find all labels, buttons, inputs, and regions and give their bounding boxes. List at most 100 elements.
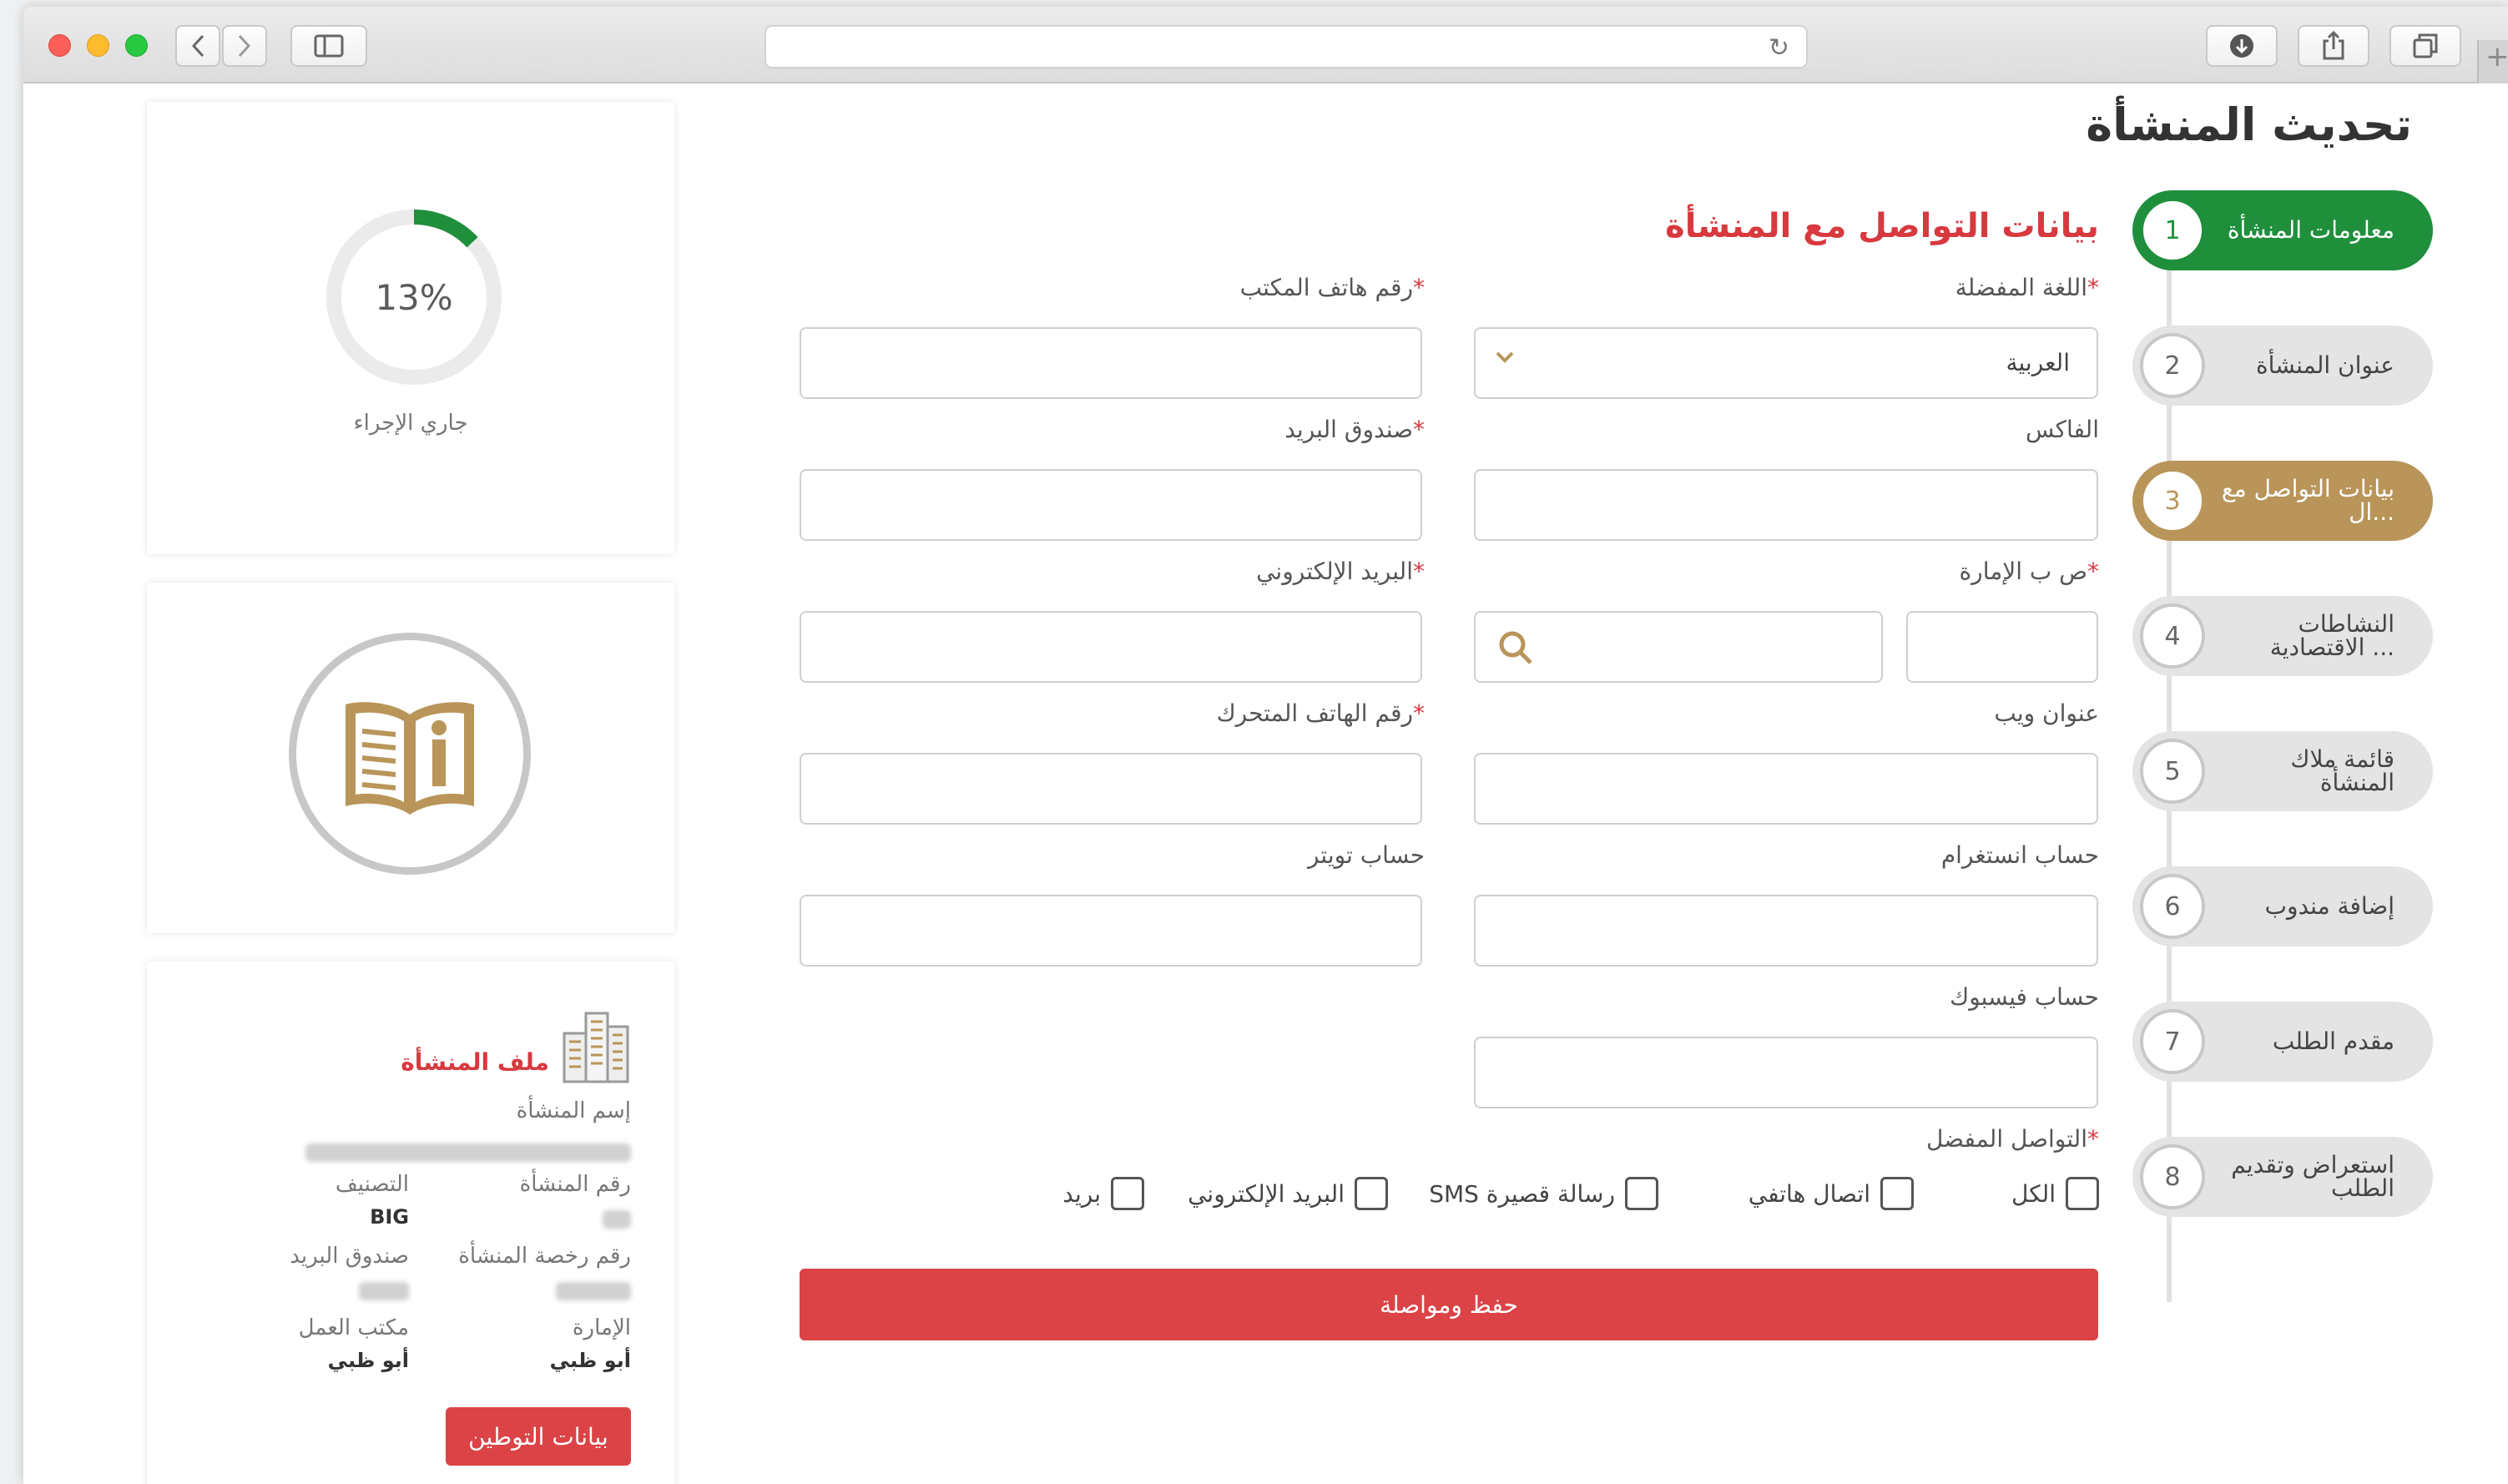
establishment-name-label: إسم المنشأة <box>516 1098 631 1123</box>
step-label: عنوان المنشأة <box>2256 351 2394 379</box>
share-button[interactable] <box>2298 25 2369 67</box>
search-icon[interactable] <box>1496 628 1536 668</box>
save-continue-button[interactable]: حفظ ومواصلة <box>800 1269 2098 1340</box>
sidebar-toggle-button[interactable] <box>290 25 367 67</box>
sidebar-icon <box>314 34 344 58</box>
chevron-down-icon <box>1496 351 1514 363</box>
step-label: معلومات المنشأة <box>2227 216 2394 244</box>
preferred-contact-label: التواصل المفضل* <box>1925 1125 2099 1153</box>
mobile-input[interactable] <box>800 753 1422 825</box>
contact-option-sms[interactable]: رسالة قصيرة SMS <box>1429 1177 1658 1210</box>
step-label: بيانات التواصل مع ال... <box>2221 475 2394 526</box>
localization-data-button[interactable]: بيانات التوطين <box>446 1407 631 1466</box>
step-number: 7 <box>2140 1009 2205 1074</box>
preferred-language-value: العربية <box>2006 349 2070 376</box>
preferred-language-select[interactable]: العربية <box>1474 327 2098 399</box>
step-label: إضافة مندوب <box>2264 892 2394 920</box>
contact-option-email[interactable]: البريد الإلكتروني <box>1188 1177 1388 1210</box>
establishment-name-redacted <box>305 1143 631 1162</box>
fax-input[interactable] <box>1474 469 2098 541</box>
checkbox[interactable] <box>1880 1177 1914 1210</box>
step-number: 3 <box>2140 468 2205 533</box>
progress-card: 13% جاري الإجراء <box>147 102 674 554</box>
establishment-profile-card: ملف المنشأة إسم المنشأة رقم المنشأة التص… <box>147 962 674 1484</box>
step-2[interactable]: 2 عنوان المنشأة <box>2132 326 2433 406</box>
facebook-label: حساب فيسبوك <box>1950 983 2099 1011</box>
checkbox[interactable] <box>1111 1177 1144 1210</box>
book-circle <box>289 633 531 875</box>
contact-option-phone[interactable]: اتصال هاتفي <box>1749 1177 1914 1210</box>
step-5[interactable]: 5 قائمة ملاك المنشأة <box>2132 731 2433 811</box>
email-label: البريد الإلكتروني* <box>1256 558 1425 585</box>
instagram-input[interactable] <box>1474 895 2098 967</box>
minimize-window-button[interactable] <box>87 34 109 57</box>
po-box-field-label: صندوق البريد* <box>1284 416 1425 443</box>
po-box-input[interactable] <box>800 469 1422 541</box>
forward-icon <box>238 34 251 58</box>
browser-window: ↻ + 13% جاري الإجراء ملف المنشأة إسم الم… <box>23 7 2508 1484</box>
emirate-po-label: ص ب الإمارة* <box>1959 558 2099 585</box>
emirate-value: أبو ظبي <box>549 1349 631 1372</box>
step-4[interactable]: 4 النشاطات الاقتصادية ... <box>2132 596 2433 676</box>
po-box-label: صندوق البريد <box>290 1244 409 1269</box>
back-icon <box>191 34 204 58</box>
address-bar[interactable]: ↻ <box>765 25 1808 68</box>
twitter-label: حساب تويتر <box>1307 841 1425 869</box>
classification-value: BIG <box>370 1205 409 1229</box>
facebook-input[interactable] <box>1474 1037 2098 1108</box>
maximize-window-button[interactable] <box>125 34 148 57</box>
new-tab-button[interactable]: + <box>2477 40 2508 87</box>
step-number: 4 <box>2140 603 2205 669</box>
tabs-button[interactable] <box>2389 25 2461 67</box>
checkbox[interactable] <box>1625 1177 1658 1210</box>
step-8[interactable]: 8 استعراض وتقديم الطلب <box>2132 1137 2433 1217</box>
progress-status: جاري الإجراء <box>353 411 468 436</box>
step-number: 6 <box>2140 874 2205 939</box>
info-book-icon <box>346 702 474 815</box>
step-label: النشاطات الاقتصادية ... <box>2269 610 2394 661</box>
progress-percent: 13% <box>375 276 453 318</box>
close-window-button[interactable] <box>48 34 71 57</box>
mobile-label: رقم الهاتف المتحرك* <box>1216 699 1425 727</box>
instagram-label: حساب انستغرام <box>1940 841 2099 869</box>
page-title: تحديث المنشأة <box>2086 98 2412 151</box>
step-7[interactable]: 7 مقدم الطلب <box>2132 1002 2433 1082</box>
work-office-label: مكتب العمل <box>298 1315 409 1340</box>
emirate-search-input[interactable] <box>1474 611 1883 683</box>
office-phone-label: رقم هاتف المكتب* <box>1239 274 1425 301</box>
checkbox[interactable] <box>1355 1177 1388 1210</box>
forward-button[interactable] <box>222 25 267 67</box>
info-book-card <box>147 583 674 933</box>
work-office-value: أبو ظبي <box>327 1349 409 1372</box>
establishment-number-label: رقم المنشأة <box>519 1172 631 1197</box>
establishment-number-redacted <box>603 1210 631 1229</box>
step-6[interactable]: 6 إضافة مندوب <box>2132 866 2433 946</box>
emirate-po-input[interactable] <box>1906 611 2098 683</box>
download-button[interactable] <box>2206 25 2278 67</box>
classification-label: التصنيف <box>335 1172 409 1197</box>
step-3[interactable]: 3 بيانات التواصل مع ال... <box>2132 461 2433 541</box>
page-content: 13% جاري الإجراء ملف المنشأة إسم المنشأة… <box>23 83 2508 1484</box>
website-label: عنوان ويب <box>1994 699 2099 727</box>
profile-title: ملف المنشأة <box>401 1048 549 1076</box>
download-icon <box>2230 34 2253 58</box>
reload-icon[interactable]: ↻ <box>1769 33 1789 63</box>
po-box-redacted <box>359 1282 409 1300</box>
emirate-label: الإمارة <box>572 1315 631 1340</box>
browser-toolbar: ↻ <box>23 7 2508 83</box>
contact-option-all[interactable]: الكل <box>2011 1177 2099 1210</box>
step-label: قائمة ملاك المنشأة <box>2290 745 2394 796</box>
twitter-input[interactable] <box>800 895 1422 967</box>
step-1[interactable]: 1 معلومات المنشأة <box>2132 190 2433 270</box>
email-input[interactable] <box>800 611 1422 683</box>
step-number: 5 <box>2140 739 2205 804</box>
step-label: استعراض وتقديم الطلب <box>2231 1151 2394 1202</box>
building-icon <box>563 1012 629 1083</box>
back-button[interactable] <box>175 25 220 67</box>
checkbox[interactable] <box>2066 1177 2099 1210</box>
contact-option-mail[interactable]: بريد <box>1062 1177 1144 1210</box>
website-input[interactable] <box>1474 753 2098 825</box>
fax-label: الفاكس <box>2025 416 2099 443</box>
office-phone-input[interactable] <box>800 327 1422 399</box>
license-number-redacted <box>556 1282 631 1300</box>
